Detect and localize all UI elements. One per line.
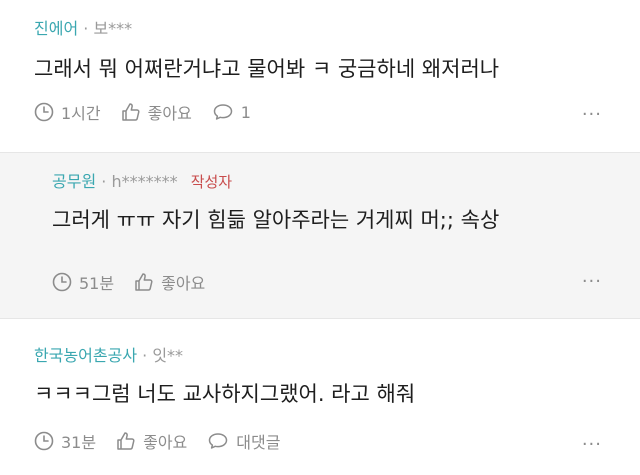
reply-button[interactable]: 대댓글 bbox=[207, 429, 280, 453]
thumbs-up-icon bbox=[117, 432, 135, 450]
reply-button[interactable]: 1 bbox=[212, 102, 251, 122]
company-name[interactable]: 한국농어촌공사 bbox=[34, 346, 137, 365]
meta-separator: · bbox=[142, 346, 148, 365]
comment-meta: 진에어 · 보*** bbox=[34, 18, 640, 40]
like-button[interactable]: 좋아요 bbox=[134, 270, 205, 294]
reply-item: 공무원 · h******* 작성자 그러게 ㅠㅠ 자기 힘듦 알아주라는 거게… bbox=[0, 153, 640, 319]
reply-label: 대댓글 bbox=[236, 433, 281, 452]
like-button[interactable]: 좋아요 bbox=[116, 429, 187, 453]
like-label: 좋아요 bbox=[143, 433, 188, 452]
timestamp: 51분 bbox=[52, 270, 114, 294]
author-badge: 작성자 bbox=[190, 173, 233, 191]
nickname: 보*** bbox=[93, 19, 133, 38]
clock-icon bbox=[34, 102, 54, 122]
comment-meta: 공무원 · h******* 작성자 bbox=[52, 171, 640, 193]
speech-bubble-icon bbox=[209, 433, 228, 449]
thumbs-up-icon bbox=[135, 273, 153, 291]
more-dots-icon[interactable]: ··· bbox=[582, 271, 602, 292]
clock-icon bbox=[34, 431, 54, 451]
comment-actions: 31분 좋아요 대댓글 bbox=[34, 429, 300, 453]
comment-meta: 한국농어촌공사 · 잇** bbox=[34, 345, 640, 367]
timestamp: 31분 bbox=[34, 429, 96, 453]
time-label: 1시간 bbox=[61, 104, 101, 123]
comment-text: 그러게 ㅠㅠ 자기 힘듦 알아주라는 거게찌 머;; 속상 bbox=[52, 208, 500, 232]
time-label: 51분 bbox=[79, 274, 115, 293]
comment-text: ㅋㅋㅋ그럼 너도 교사하지그랬어. 라고 해줘 bbox=[34, 382, 416, 406]
thumbs-up-icon bbox=[121, 103, 140, 121]
more-dots-icon[interactable]: ··· bbox=[582, 104, 602, 125]
timestamp: 1시간 bbox=[34, 100, 101, 124]
more-dots-icon[interactable]: ··· bbox=[582, 434, 602, 455]
like-label: 좋아요 bbox=[161, 274, 206, 293]
meta-separator: · bbox=[83, 19, 89, 38]
speech-bubble-icon bbox=[213, 104, 233, 120]
clock-icon bbox=[52, 272, 72, 292]
company-name[interactable]: 진에어 bbox=[34, 19, 78, 38]
comment-text: 그래서 뭐 어쩌란거냐고 물어봐 ㅋ 궁금하네 왜저러나 bbox=[34, 57, 500, 81]
time-label: 31분 bbox=[61, 433, 97, 452]
comment-actions: 51분 좋아요 bbox=[52, 270, 225, 294]
company-name[interactable]: 공무원 bbox=[52, 172, 96, 191]
nickname: h******* bbox=[111, 172, 178, 191]
like-button[interactable]: 좋아요 bbox=[121, 100, 192, 124]
reply-count: 1 bbox=[240, 102, 251, 122]
meta-separator: · bbox=[101, 172, 107, 191]
comment-item: 한국농어촌공사 · 잇** ㅋㅋㅋ그럼 너도 교사하지그랬어. 라고 해줘 31… bbox=[0, 319, 640, 475]
nickname: 잇** bbox=[152, 346, 184, 365]
comment-item: 진에어 · 보*** 그래서 뭐 어쩌란거냐고 물어봐 ㅋ 궁금하네 왜저러나 … bbox=[0, 0, 640, 153]
comment-actions: 1시간 좋아요 1 bbox=[34, 100, 271, 124]
like-label: 좋아요 bbox=[147, 104, 192, 123]
